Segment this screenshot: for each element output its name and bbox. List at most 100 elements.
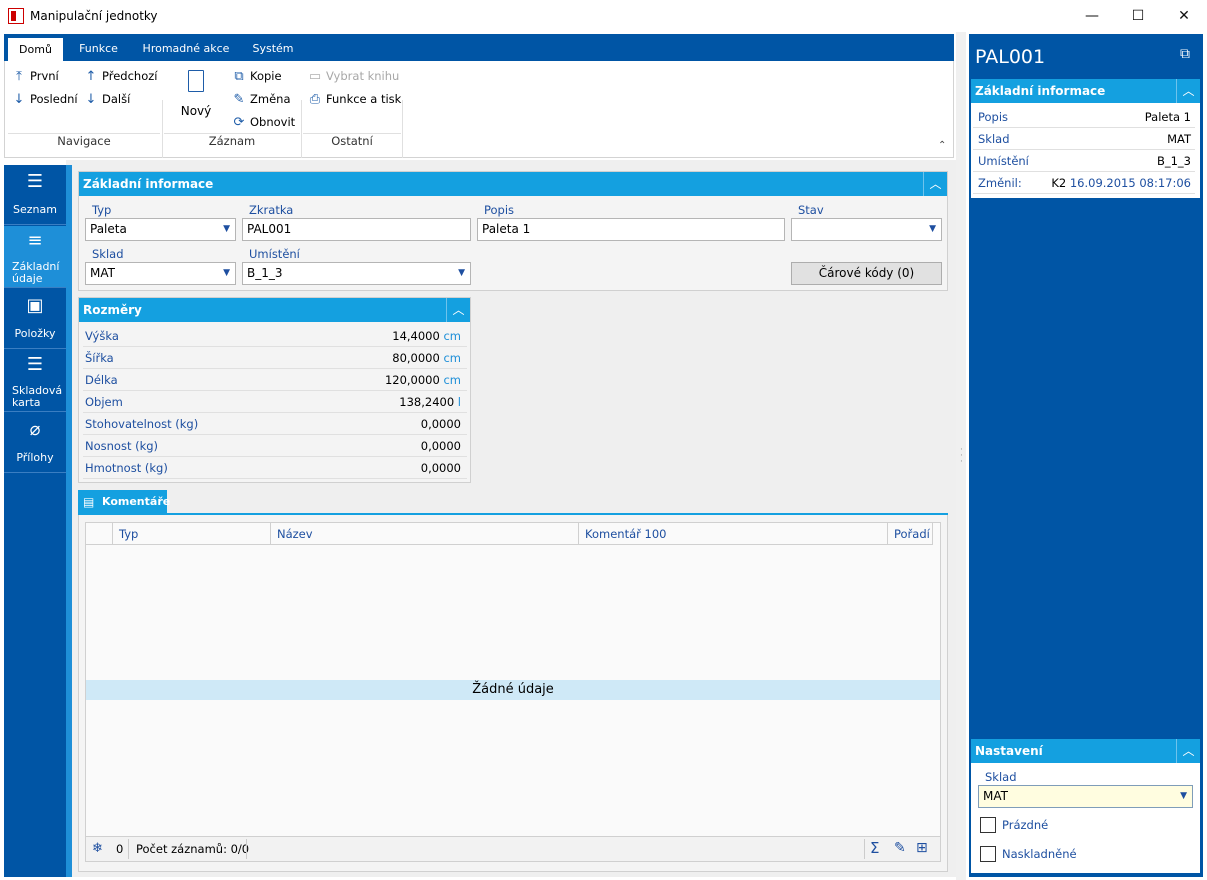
tab-home[interactable]: Domů	[8, 38, 63, 61]
detail-panel: PAL001 ⧉ Základní informace ︿ Popis Palet…	[969, 34, 1203, 877]
dimension-value: 0,0000	[420, 439, 461, 453]
comments-tab-label: Komentáře	[102, 495, 171, 508]
record-count: Počet záznamů: 0/0	[136, 842, 250, 856]
choose-book-label: Vybrat knihu	[326, 69, 400, 83]
tab-system[interactable]: Systém	[245, 34, 301, 61]
separator	[402, 100, 403, 158]
column-header-name[interactable]: Název	[271, 523, 579, 545]
basic-info-panel: Základní informace ︿ Typ Paleta ▼ Zkratk…	[78, 171, 948, 291]
nav-item-items[interactable]: ▣ Položky	[4, 289, 66, 349]
basic-info-title: Základní informace	[83, 177, 214, 191]
dimension-unit: cm	[443, 329, 461, 343]
settings-warehouse-select[interactable]: MAT ▼	[978, 785, 1193, 808]
nav-item-basic-data[interactable]: ≡ Základní údaje	[4, 226, 66, 288]
barcodes-button[interactable]: Čárové kódy (0)	[791, 262, 942, 285]
grid-settings-icon[interactable]: ⊞	[916, 840, 928, 856]
tab-comments[interactable]: ▤ Komentáře	[78, 490, 171, 514]
close-button[interactable]: ✕	[1161, 0, 1207, 32]
settings-warehouse-label: Sklad	[985, 770, 1017, 784]
stocked-checkbox[interactable]	[980, 846, 996, 862]
copy-button[interactable]: ⧉ Kopie	[232, 69, 282, 83]
settings-title: Nastavení	[975, 744, 1043, 758]
group-record-label: Záznam	[208, 134, 256, 148]
tab-bulk-actions[interactable]: Hromadné akce	[137, 34, 235, 61]
column-header-type[interactable]: Typ	[113, 523, 271, 545]
last-button[interactable]: ↓ Poslední	[12, 92, 78, 106]
choose-book-button[interactable]: ▭ Vybrat knihu	[308, 69, 399, 83]
collapse-chevron-icon[interactable]: ︿	[446, 298, 470, 322]
functions-print-button[interactable]: ⎙ Funkce a tisk	[308, 91, 402, 107]
empty-message: Žádné údaje	[86, 680, 940, 700]
description-value: Paleta 1	[482, 222, 531, 236]
sum-icon[interactable]: Σ	[870, 839, 879, 857]
dimension-value: 80,0000	[392, 351, 440, 365]
dimension-row-height: Výška 14,4000 cm	[83, 325, 467, 347]
bullet-list-icon: ≡	[27, 230, 43, 251]
refresh-button[interactable]: ⟳ Obnovit	[232, 115, 296, 129]
description-label: Popis	[484, 203, 515, 217]
detail-label: Umístění	[978, 154, 1029, 168]
tab-functions[interactable]: Funkce	[70, 34, 127, 61]
comments-grid: Typ Název Komentář 100 Pořadí Žádné údaj…	[85, 522, 941, 862]
state-select[interactable]: ▼	[791, 218, 942, 241]
panel-splitter[interactable]: · · ·	[956, 32, 966, 880]
first-button[interactable]: ⤒ První	[12, 69, 59, 83]
nav-item-list[interactable]: ☰ Seznam	[4, 165, 66, 225]
dimensions-panel: Rozměry ︿ Výška 14,4000 cm Šířka 80,0000 c…	[78, 297, 471, 483]
detail-row-description: Popis Paleta 1	[973, 106, 1195, 128]
nav-item-stock-card[interactable]: ☰ Skladová karta	[4, 350, 66, 412]
separator	[246, 839, 247, 859]
type-select[interactable]: Paleta ▼	[85, 218, 236, 241]
description-input[interactable]: Paleta 1	[477, 218, 785, 241]
detail-title: PAL001	[975, 46, 1046, 68]
printer-icon: ⎙	[309, 91, 321, 107]
column-header-comment[interactable]: Komentář 100	[579, 523, 888, 545]
nav-item-label: Položky	[14, 327, 56, 340]
nav-item-label: Základní údaje	[12, 260, 60, 285]
dimensions-header: Rozměry	[79, 298, 470, 322]
collapse-chevron-icon[interactable]: ︿	[1176, 79, 1200, 103]
settings-section: Nastavení ︿ Sklad MAT ▼ Prázdné Naskladn…	[971, 739, 1200, 873]
dimension-row-length: Délka 120,0000 cm	[83, 369, 467, 391]
dimension-value: 0,0000	[420, 461, 461, 475]
nav-item-attachments[interactable]: ⌀ Přílohy	[4, 413, 66, 473]
location-select[interactable]: B_1_3 ▼	[242, 262, 471, 285]
dimension-label: Délka	[85, 373, 118, 387]
refresh-label: Obnovit	[250, 115, 296, 129]
popout-icon[interactable]: ⧉	[1180, 46, 1190, 62]
changed-date: 16.09.2015 08:17:06	[1069, 176, 1191, 190]
first-label: První	[30, 69, 59, 83]
list-icon: ☰	[26, 171, 44, 192]
collapse-chevron-icon[interactable]: ︿	[1176, 739, 1200, 763]
change-button[interactable]: ✎ Změna	[232, 92, 291, 106]
arrow-up-bar-icon: ⤒	[16, 68, 22, 84]
arrow-down-icon: ↓	[85, 91, 97, 107]
dimension-label: Šířka	[85, 351, 114, 365]
code-input[interactable]: PAL001	[242, 218, 471, 241]
arrow-down-icon: ↓	[13, 91, 25, 107]
copy-label: Kopie	[250, 69, 282, 83]
snowflake-icon[interactable]: ❄	[92, 841, 103, 856]
previous-button[interactable]: ↑ Předchozí	[84, 69, 158, 83]
detail-info-section: Základní informace ︿ Popis Paleta 1 Sklad…	[971, 79, 1200, 198]
dimension-value: 120,0000	[384, 373, 440, 387]
empty-checkbox[interactable]	[980, 817, 996, 833]
dimension-label: Výška	[85, 329, 119, 343]
dimension-label: Hmotnost (kg)	[85, 461, 168, 475]
edit-icon[interactable]: ✎	[894, 840, 906, 856]
column-header-order[interactable]: Pořadí	[888, 523, 933, 545]
warehouse-select[interactable]: MAT ▼	[85, 262, 236, 285]
location-value: B_1_3	[247, 266, 283, 280]
new-button[interactable]: Nový	[176, 70, 216, 118]
minimize-button[interactable]: —	[1069, 0, 1115, 32]
maximize-button[interactable]: ☐	[1115, 0, 1161, 32]
next-label: Další	[102, 92, 131, 106]
changed-user: K2	[1051, 176, 1067, 190]
collapse-ribbon-icon[interactable]: ⌃	[938, 140, 946, 151]
state-label: Stav	[798, 203, 824, 217]
detail-label: Popis	[978, 110, 1009, 124]
book-icon: ▭	[308, 68, 322, 84]
group-navigation-label: Navigace	[57, 134, 111, 148]
next-button[interactable]: ↓ Další	[84, 91, 131, 107]
collapse-chevron-icon[interactable]: ︿	[923, 172, 947, 196]
